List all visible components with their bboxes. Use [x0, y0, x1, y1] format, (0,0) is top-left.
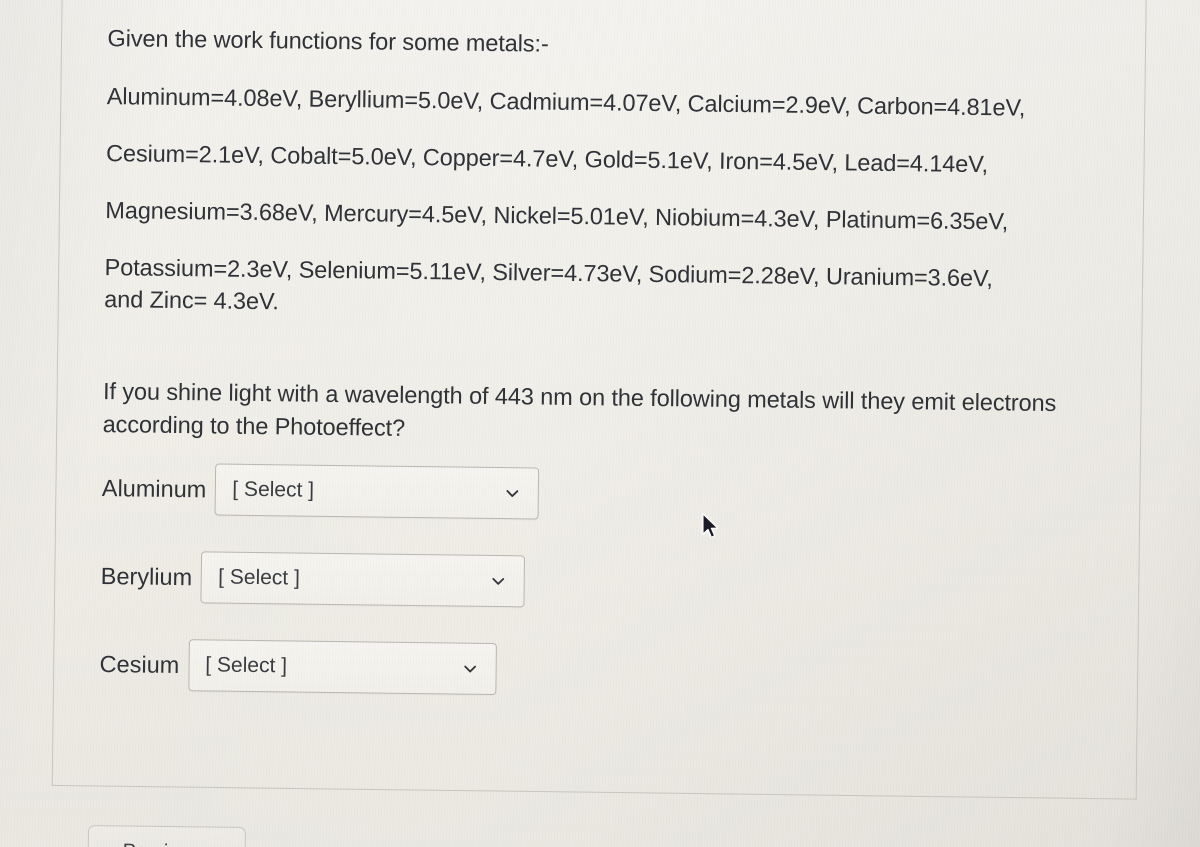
select-berylium[interactable]: [ Select ] — [200, 551, 526, 608]
question-prompt-line-2: according to the Photoeffect? — [102, 411, 406, 441]
chevron-down-icon — [490, 572, 507, 589]
select-aluminum[interactable]: [ Select ] — [215, 463, 540, 520]
work-functions-line-5: and Zinc= 4.3eV. — [104, 286, 279, 315]
question-prompt-line-1: If you shine light with a wavelength of … — [102, 378, 1057, 417]
chevron-down-icon — [461, 660, 478, 677]
intro-heading: Given the work functions for some metals… — [107, 25, 549, 57]
work-functions-line-3: Magnesium=3.68eV, Mercury=4.5eV, Nickel=… — [105, 197, 1009, 235]
previous-button-label: Previous — [123, 840, 201, 847]
chevron-down-icon — [504, 485, 521, 502]
answer-row-label-aluminum: Aluminum — [101, 474, 207, 502]
answer-row-aluminum: Aluminum [ Select ] — [101, 462, 540, 520]
work-functions-line-4: Potassium=2.3eV, Selenium=5.11eV, Silver… — [104, 254, 993, 292]
question-content: Given the work functions for some metals… — [89, 0, 1160, 847]
mouse-pointer-icon — [701, 513, 721, 541]
answer-row-cesium: Cesium [ Select ] — [99, 638, 497, 696]
answer-row-label-berylium: Berylium — [100, 562, 193, 590]
work-functions-line-1: Aluminum=4.08eV, Beryllium=5.0eV, Cadmiu… — [106, 83, 1026, 121]
work-functions-line-2: Cesium=2.1eV, Cobalt=5.0eV, Copper=4.7eV… — [105, 140, 989, 178]
answer-row-berylium: Berylium [ Select ] — [100, 550, 526, 608]
select-aluminum-value: [ Select ] — [232, 477, 315, 502]
answer-row-label-cesium: Cesium — [99, 650, 180, 678]
select-cesium-value: [ Select ] — [205, 653, 288, 678]
select-berylium-value: [ Select ] — [218, 565, 301, 590]
previous-button[interactable]: Previous — [87, 825, 246, 847]
photographed-screen: Given the work functions for some metals… — [0, 0, 1200, 847]
select-cesium[interactable]: [ Select ] — [187, 639, 497, 696]
